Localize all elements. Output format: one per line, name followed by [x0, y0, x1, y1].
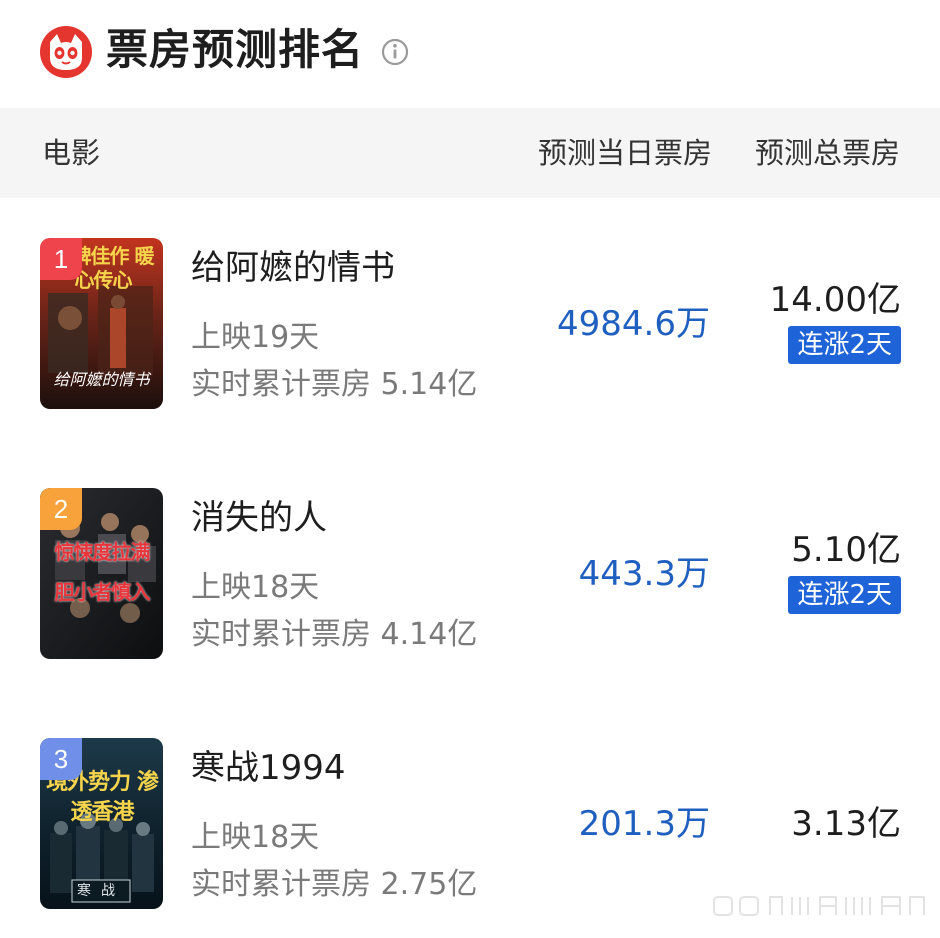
- cumulative-box-office: 实时累计票房 5.14亿: [191, 363, 477, 407]
- poster-title: 给阿嬷的情书: [40, 370, 163, 390]
- column-header-movie: 电影: [42, 108, 100, 198]
- rank-badge: 3: [40, 738, 82, 780]
- watermark-icon: [710, 891, 930, 921]
- total-forecast-value: 3.13亿: [791, 800, 901, 848]
- movie-row[interactable]: 惊悚度拉满 胆小者慎入 2 消失的人 上映18天 实时累计票房 4.14亿 44…: [0, 488, 940, 688]
- movie-title[interactable]: 寒战1994: [191, 744, 346, 792]
- release-days: 上映18天: [191, 566, 319, 610]
- cumulative-box-office: 实时累计票房 4.14亿: [191, 613, 477, 657]
- total-forecast-value: 14.00亿: [770, 276, 901, 324]
- daily-forecast-value: 4984.6万: [557, 300, 710, 348]
- movie-poster[interactable]: 惊悚度拉满 胆小者慎入 2: [40, 488, 163, 659]
- cat-eye-logo-icon: [40, 26, 92, 78]
- column-header-total-forecast[interactable]: 预测总票房: [755, 108, 900, 198]
- movie-title[interactable]: 消失的人: [191, 494, 327, 542]
- table-header: 电影 预测当日票房 预测总票房: [0, 108, 940, 198]
- movie-poster[interactable]: 口碑佳作 暖心传心 给阿嬷的情书 1: [40, 238, 163, 409]
- movie-row[interactable]: 口碑佳作 暖心传心 给阿嬷的情书 1 给阿嬷的情书 上映19天 实时累计票房 5…: [0, 238, 940, 438]
- page-title: 票房预测排名: [106, 20, 364, 80]
- rank-badge: 2: [40, 488, 82, 530]
- rank-badge: 1: [40, 238, 82, 280]
- poster-title: 寒战: [72, 880, 130, 902]
- cumulative-box-office: 实时累计票房 2.75亿: [191, 863, 477, 907]
- trend-badge: 连涨2天: [788, 576, 901, 614]
- column-header-daily-forecast[interactable]: 预测当日票房: [538, 108, 712, 198]
- release-days: 上映18天: [191, 816, 319, 860]
- release-days: 上映19天: [191, 316, 319, 360]
- info-circle-icon[interactable]: [381, 38, 409, 66]
- poster-tagline: 惊悚度拉满 胆小者慎入: [44, 532, 160, 612]
- daily-forecast-value: 443.3万: [579, 550, 710, 598]
- trend-badge: 连涨2天: [788, 326, 901, 364]
- page-header: 票房预测排名: [0, 0, 940, 108]
- daily-forecast-value: 201.3万: [579, 800, 710, 848]
- movie-title[interactable]: 给阿嬷的情书: [191, 244, 395, 292]
- movie-poster[interactable]: 境外势力 渗透香港 寒战 3: [40, 738, 163, 909]
- total-forecast-value: 5.10亿: [791, 526, 901, 574]
